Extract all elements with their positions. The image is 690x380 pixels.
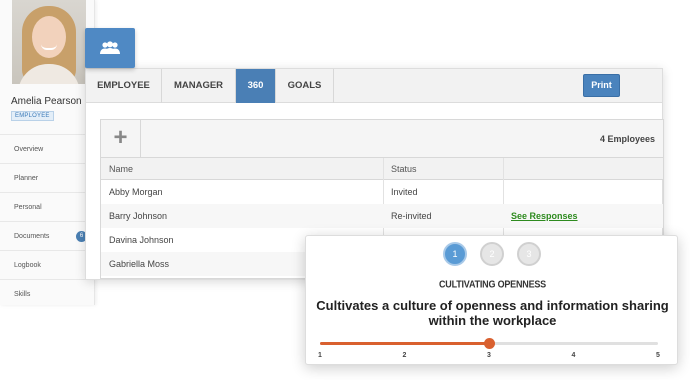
people-icon	[100, 41, 120, 54]
row-status: Invited	[391, 187, 418, 197]
step-2[interactable]: 2	[480, 242, 504, 266]
scale-label-3: 3	[487, 352, 491, 359]
scale-label-5: 5	[656, 352, 660, 359]
table-row[interactable]: Barry Johnson Re-invited See Responses	[101, 204, 663, 228]
table-toolbar: + 4 Employees	[101, 120, 663, 158]
tab-employee[interactable]: EMPLOYEE	[86, 69, 162, 103]
scale-label-1: 1	[318, 352, 322, 359]
table-header: Name Status	[101, 158, 663, 180]
side-item-personal[interactable]: Personal	[0, 192, 95, 221]
row-name: Davina Johnson	[109, 235, 174, 245]
side-item-logbook[interactable]: Logbook	[0, 250, 95, 279]
tab-goals[interactable]: GOALS	[276, 69, 334, 103]
profile-card: Amelia Pearson EMPLOYEE Overview Planner…	[0, 0, 95, 305]
row-name: Abby Morgan	[109, 187, 163, 197]
column-header-name: Name	[109, 164, 134, 174]
avatar	[12, 0, 86, 84]
employee-count: 4 Employees	[599, 134, 655, 144]
step-indicator: 1 2 3	[306, 242, 679, 268]
step-1[interactable]: 1	[443, 242, 467, 266]
group-tile[interactable]	[85, 28, 135, 68]
side-item-documents[interactable]: Documents 6	[0, 221, 95, 250]
tabs-bar: EMPLOYEE MANAGER 360 GOALS Print	[86, 69, 662, 103]
print-button[interactable]: Print	[583, 74, 620, 97]
slider-fill	[320, 342, 489, 345]
rating-slider[interactable]	[320, 338, 658, 349]
row-name: Gabriella Moss	[109, 259, 170, 269]
rating-card: 1 2 3 CULTIVATING OPENNESS Cultivates a …	[305, 235, 678, 365]
tab-360[interactable]: 360	[236, 69, 276, 103]
scale-label-4: 4	[571, 352, 576, 359]
see-responses-link[interactable]: See Responses	[503, 204, 578, 228]
step-3[interactable]: 3	[517, 242, 541, 266]
column-header-status: Status	[391, 164, 417, 174]
profile-name: Amelia Pearson	[11, 96, 82, 107]
competency-title: CULTIVATING OPENNESS	[438, 278, 546, 290]
side-item-overview[interactable]: Overview	[0, 134, 95, 163]
row-name: Barry Johnson	[109, 211, 168, 221]
side-item-planner[interactable]: Planner	[0, 163, 95, 192]
competency-statement: Cultivates a culture of openness and inf…	[316, 298, 669, 328]
slider-thumb[interactable]	[484, 338, 495, 349]
role-badge: EMPLOYEE	[11, 111, 54, 121]
row-status: Re-invited	[391, 211, 432, 221]
scale-label-2: 2	[402, 352, 407, 359]
side-nav: Overview Planner Personal Documents 6 Log…	[0, 134, 95, 308]
side-item-skills[interactable]: Skills	[0, 279, 95, 308]
table-row[interactable]: Abby Morgan Invited	[101, 180, 663, 204]
tab-manager[interactable]: MANAGER	[162, 69, 236, 103]
add-employee-button[interactable]: +	[101, 120, 141, 157]
